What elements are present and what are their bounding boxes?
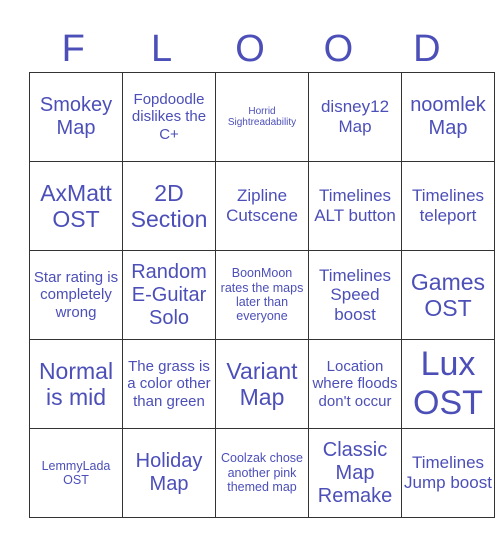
bingo-cell[interactable]: Zipline Cutscene bbox=[215, 161, 309, 251]
bingo-cell[interactable]: Coolzak chose another pink themed map bbox=[215, 428, 309, 518]
bingo-cell[interactable]: 2D Section bbox=[122, 161, 216, 251]
bingo-cell[interactable]: Timelines Jump boost bbox=[401, 428, 495, 518]
bingo-cell[interactable]: Timelines teleport bbox=[401, 161, 495, 251]
bingo-cell[interactable]: Horrid Sightreadability bbox=[215, 72, 309, 162]
bingo-cell[interactable]: Games OST bbox=[401, 250, 495, 340]
board-row: Smokey Map Fopdoodle dislikes the C+ Hor… bbox=[29, 72, 495, 162]
bingo-cell[interactable]: Holiday Map bbox=[122, 428, 216, 518]
bingo-cell[interactable]: Location where floods don't occur bbox=[308, 339, 402, 429]
bingo-cell[interactable]: Variant Map bbox=[215, 339, 309, 429]
bingo-cell[interactable]: noomlek Map bbox=[401, 72, 495, 162]
bingo-cell[interactable]: Timelines ALT button bbox=[308, 161, 402, 251]
header-letter: F bbox=[61, 28, 85, 70]
bingo-cell[interactable]: Classic Map Remake bbox=[308, 428, 402, 518]
board-row: AxMatt OST 2D Section Zipline Cutscene T… bbox=[29, 161, 495, 251]
bingo-cell[interactable]: Normal is mid bbox=[29, 339, 123, 429]
header-letter: O bbox=[235, 28, 265, 70]
bingo-cell[interactable]: Random E-Guitar Solo bbox=[122, 250, 216, 340]
bingo-cell[interactable]: Fopdoodle dislikes the C+ bbox=[122, 72, 216, 162]
bingo-cell[interactable]: AxMatt OST bbox=[29, 161, 123, 251]
bingo-cell[interactable]: Timelines Speed boost bbox=[308, 250, 402, 340]
board-row: Star rating is completely wrong Random E… bbox=[29, 250, 495, 340]
bingo-cell[interactable]: Smokey Map bbox=[29, 72, 123, 162]
bingo-cell[interactable]: Lux OST bbox=[401, 339, 495, 429]
header-letter: O bbox=[323, 28, 354, 70]
board-row: LemmyLada OST Holiday Map Coolzak chose … bbox=[29, 428, 495, 518]
bingo-board: Smokey Map Fopdoodle dislikes the C+ Hor… bbox=[29, 72, 495, 518]
bingo-header: F L O O D bbox=[29, 26, 471, 72]
header-letter: L bbox=[151, 28, 173, 70]
board-row: Normal is mid The grass is a color other… bbox=[29, 339, 495, 429]
bingo-cell[interactable]: BoonMoon rates the maps later than every… bbox=[215, 250, 309, 340]
bingo-cell[interactable]: LemmyLada OST bbox=[29, 428, 123, 518]
bingo-cell[interactable]: Star rating is completely wrong bbox=[29, 250, 123, 340]
bingo-cell[interactable]: The grass is a color other than green bbox=[122, 339, 216, 429]
bingo-cell[interactable]: disney12 Map bbox=[308, 72, 402, 162]
header-letter: D bbox=[413, 28, 441, 70]
